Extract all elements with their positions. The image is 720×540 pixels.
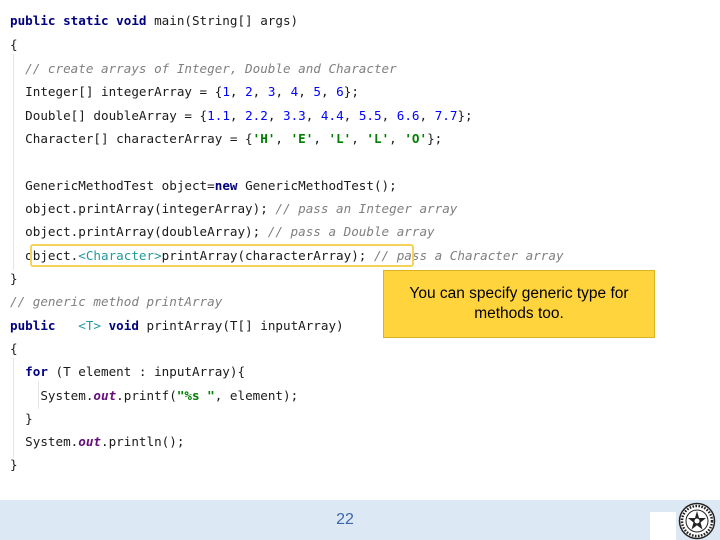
code-text: GenericMethodTest(); bbox=[237, 178, 397, 193]
generic-type-param: <T> bbox=[55, 318, 101, 333]
keyword: void bbox=[101, 318, 139, 333]
keyword: for bbox=[25, 364, 48, 379]
code-line-double-array: Double[] doubleArray = {1.1, 2.2, 3.3, 4… bbox=[25, 108, 473, 123]
number-literal: 7.7 bbox=[434, 108, 458, 123]
number-literal: 1.1 bbox=[207, 108, 230, 123]
code-text: }; bbox=[427, 131, 443, 146]
char-literal: 'O' bbox=[404, 131, 428, 146]
code-text: object.printArray(doubleArray); bbox=[25, 224, 261, 239]
string-literal: "%s " bbox=[176, 388, 215, 403]
code-line-integer-array: Integer[] integerArray = {1, 2, 3, 4, 5,… bbox=[25, 84, 359, 99]
code-text: printArray(T[] inputArray) bbox=[138, 318, 344, 333]
number-literal: 2 bbox=[245, 84, 253, 99]
code-text: .printf( bbox=[116, 388, 177, 403]
code-line-println: System.out.println(); bbox=[10, 434, 184, 450]
number-literal: 5.5 bbox=[358, 108, 382, 123]
code-text: System. bbox=[25, 434, 79, 449]
number-literal: 3 bbox=[267, 84, 276, 99]
number-literal: 5 bbox=[313, 84, 321, 99]
code-text: }; bbox=[457, 108, 473, 123]
code-text: .println(); bbox=[101, 434, 185, 449]
code-text: { bbox=[10, 37, 18, 52]
number-literal: 1 bbox=[222, 84, 230, 99]
code-line-final-close: } bbox=[10, 457, 18, 473]
code-comment: // pass an Integer array bbox=[267, 201, 458, 216]
callout-note: You can specify generic type for methods… bbox=[383, 270, 655, 338]
code-text: main(String[] args) bbox=[146, 13, 299, 28]
keyword: new bbox=[214, 178, 238, 193]
static-field: out bbox=[78, 434, 101, 449]
code-line-generic-comment: // generic method printArray bbox=[10, 294, 222, 310]
code-comment: // generic method printArray bbox=[10, 294, 223, 309]
code-line-object-decl: GenericMethodTest object=new GenericMeth… bbox=[10, 178, 397, 194]
code-line-for-close: } bbox=[10, 411, 33, 427]
code-text: (T element : inputArray){ bbox=[47, 364, 246, 379]
code-text: } bbox=[10, 457, 18, 472]
university-seal-icon bbox=[678, 502, 716, 540]
code-line-method-signature: public <T> void printArray(T[] inputArra… bbox=[10, 318, 344, 334]
char-literal: 'L' bbox=[366, 131, 390, 146]
code-text: , element); bbox=[214, 388, 299, 403]
code-line-method-open: { bbox=[10, 341, 18, 357]
code-line-main-signature: public static void main(String[] args) bbox=[10, 13, 298, 29]
code-text: }; bbox=[343, 84, 359, 99]
number-literal: 2.2 bbox=[245, 108, 268, 123]
page-number: 22 bbox=[336, 511, 354, 528]
code-text: } bbox=[10, 271, 18, 286]
keyword: public bbox=[10, 318, 56, 333]
static-field: out bbox=[93, 388, 117, 403]
footer-strip bbox=[650, 512, 676, 540]
code-line-call-double: object.printArray(doubleArray); // pass … bbox=[10, 224, 435, 240]
code-line-open-brace: { bbox=[10, 37, 18, 53]
callout-text: You can specify generic type for methods… bbox=[409, 285, 629, 322]
code-line-call-integer: object.printArray(integerArray); // pass… bbox=[10, 201, 457, 217]
number-literal: 6.6 bbox=[396, 108, 420, 123]
code-text: Character[] characterArray = { bbox=[25, 131, 253, 146]
number-literal: 6 bbox=[336, 84, 344, 99]
code-text: } bbox=[25, 411, 33, 426]
char-literal: 'E' bbox=[290, 131, 314, 146]
code-text: Integer[] integerArray = { bbox=[25, 84, 223, 99]
code-text: Double[] doubleArray = { bbox=[25, 108, 208, 123]
code-text: object.printArray(integerArray); bbox=[25, 201, 268, 216]
code-line-close-brace: } bbox=[10, 271, 18, 287]
number-literal: 4 bbox=[290, 84, 299, 99]
code-line-comment: // create arrays of Integer, Double and … bbox=[10, 61, 397, 77]
highlight-box bbox=[30, 244, 414, 267]
char-literal: 'L' bbox=[328, 131, 352, 146]
code-line-printf: System.out.printf("%s ", element); bbox=[10, 388, 298, 404]
code-text: System. bbox=[40, 388, 94, 403]
char-literal: 'H' bbox=[252, 131, 276, 146]
code-line-for: for (T element : inputArray){ bbox=[10, 364, 245, 380]
code-text: GenericMethodTest object= bbox=[25, 178, 215, 193]
number-literal: 3.3 bbox=[283, 108, 306, 123]
code-text: { bbox=[10, 341, 18, 356]
code-comment: // pass a Double array bbox=[260, 224, 435, 239]
keyword: public static void bbox=[10, 13, 147, 28]
code-comment: // create arrays of Integer, Double and … bbox=[25, 61, 397, 76]
number-literal: 4.4 bbox=[320, 108, 344, 123]
code-line-character-array: Character[] characterArray = {'H', 'E', … bbox=[25, 131, 443, 146]
